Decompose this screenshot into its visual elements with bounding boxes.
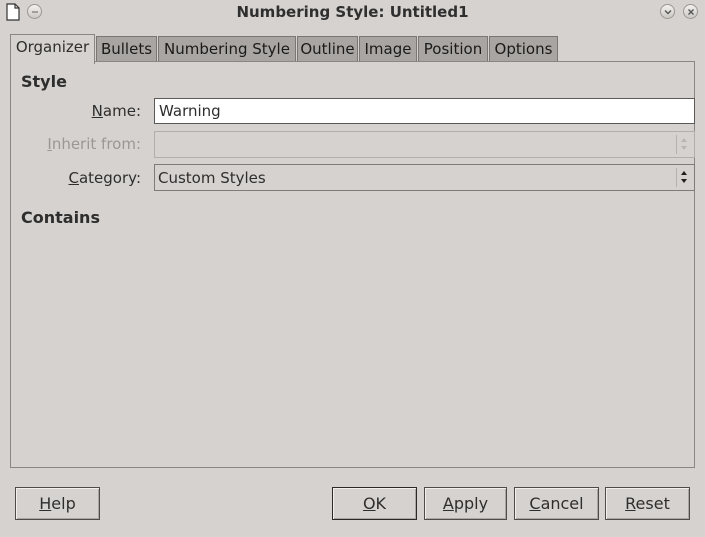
minimize-icon[interactable]	[660, 4, 675, 19]
tab-image[interactable]: Image	[359, 36, 417, 63]
name-label: Name:	[91, 102, 141, 120]
cancel-button[interactable]: Cancel	[514, 487, 599, 520]
inherit-from-select	[154, 131, 695, 158]
category-select[interactable]: Custom Styles	[154, 164, 695, 191]
tab-organizer[interactable]: Organizer	[10, 34, 95, 64]
window-title: Numbering Style: Untitled1	[236, 3, 469, 21]
spin-arrows-icon	[676, 135, 690, 154]
name-input[interactable]: Warning	[154, 98, 695, 124]
tab-bullets[interactable]: Bullets	[96, 36, 157, 63]
category-label: Category:	[68, 169, 142, 187]
tab-outline[interactable]: Outline	[297, 36, 358, 63]
close-icon[interactable]	[683, 4, 698, 19]
apply-button[interactable]: Apply	[424, 487, 507, 520]
tab-options[interactable]: Options	[489, 36, 558, 63]
style-heading: Style	[21, 72, 67, 91]
inherit-from-label: Inherit from:	[47, 135, 141, 153]
reset-button[interactable]: Reset	[605, 487, 690, 520]
ok-button[interactable]: OK	[332, 487, 417, 520]
tab-numbering-style[interactable]: Numbering Style	[158, 36, 296, 63]
tab-position[interactable]: Position	[418, 36, 488, 63]
help-button[interactable]: Help	[15, 487, 100, 520]
spin-arrows-icon	[676, 168, 690, 187]
contains-heading: Contains	[21, 208, 100, 227]
title-bar: Numbering Style: Untitled1	[0, 0, 705, 26]
organizer-panel: Style Name: Warning Inherit from: Catego…	[10, 61, 695, 468]
